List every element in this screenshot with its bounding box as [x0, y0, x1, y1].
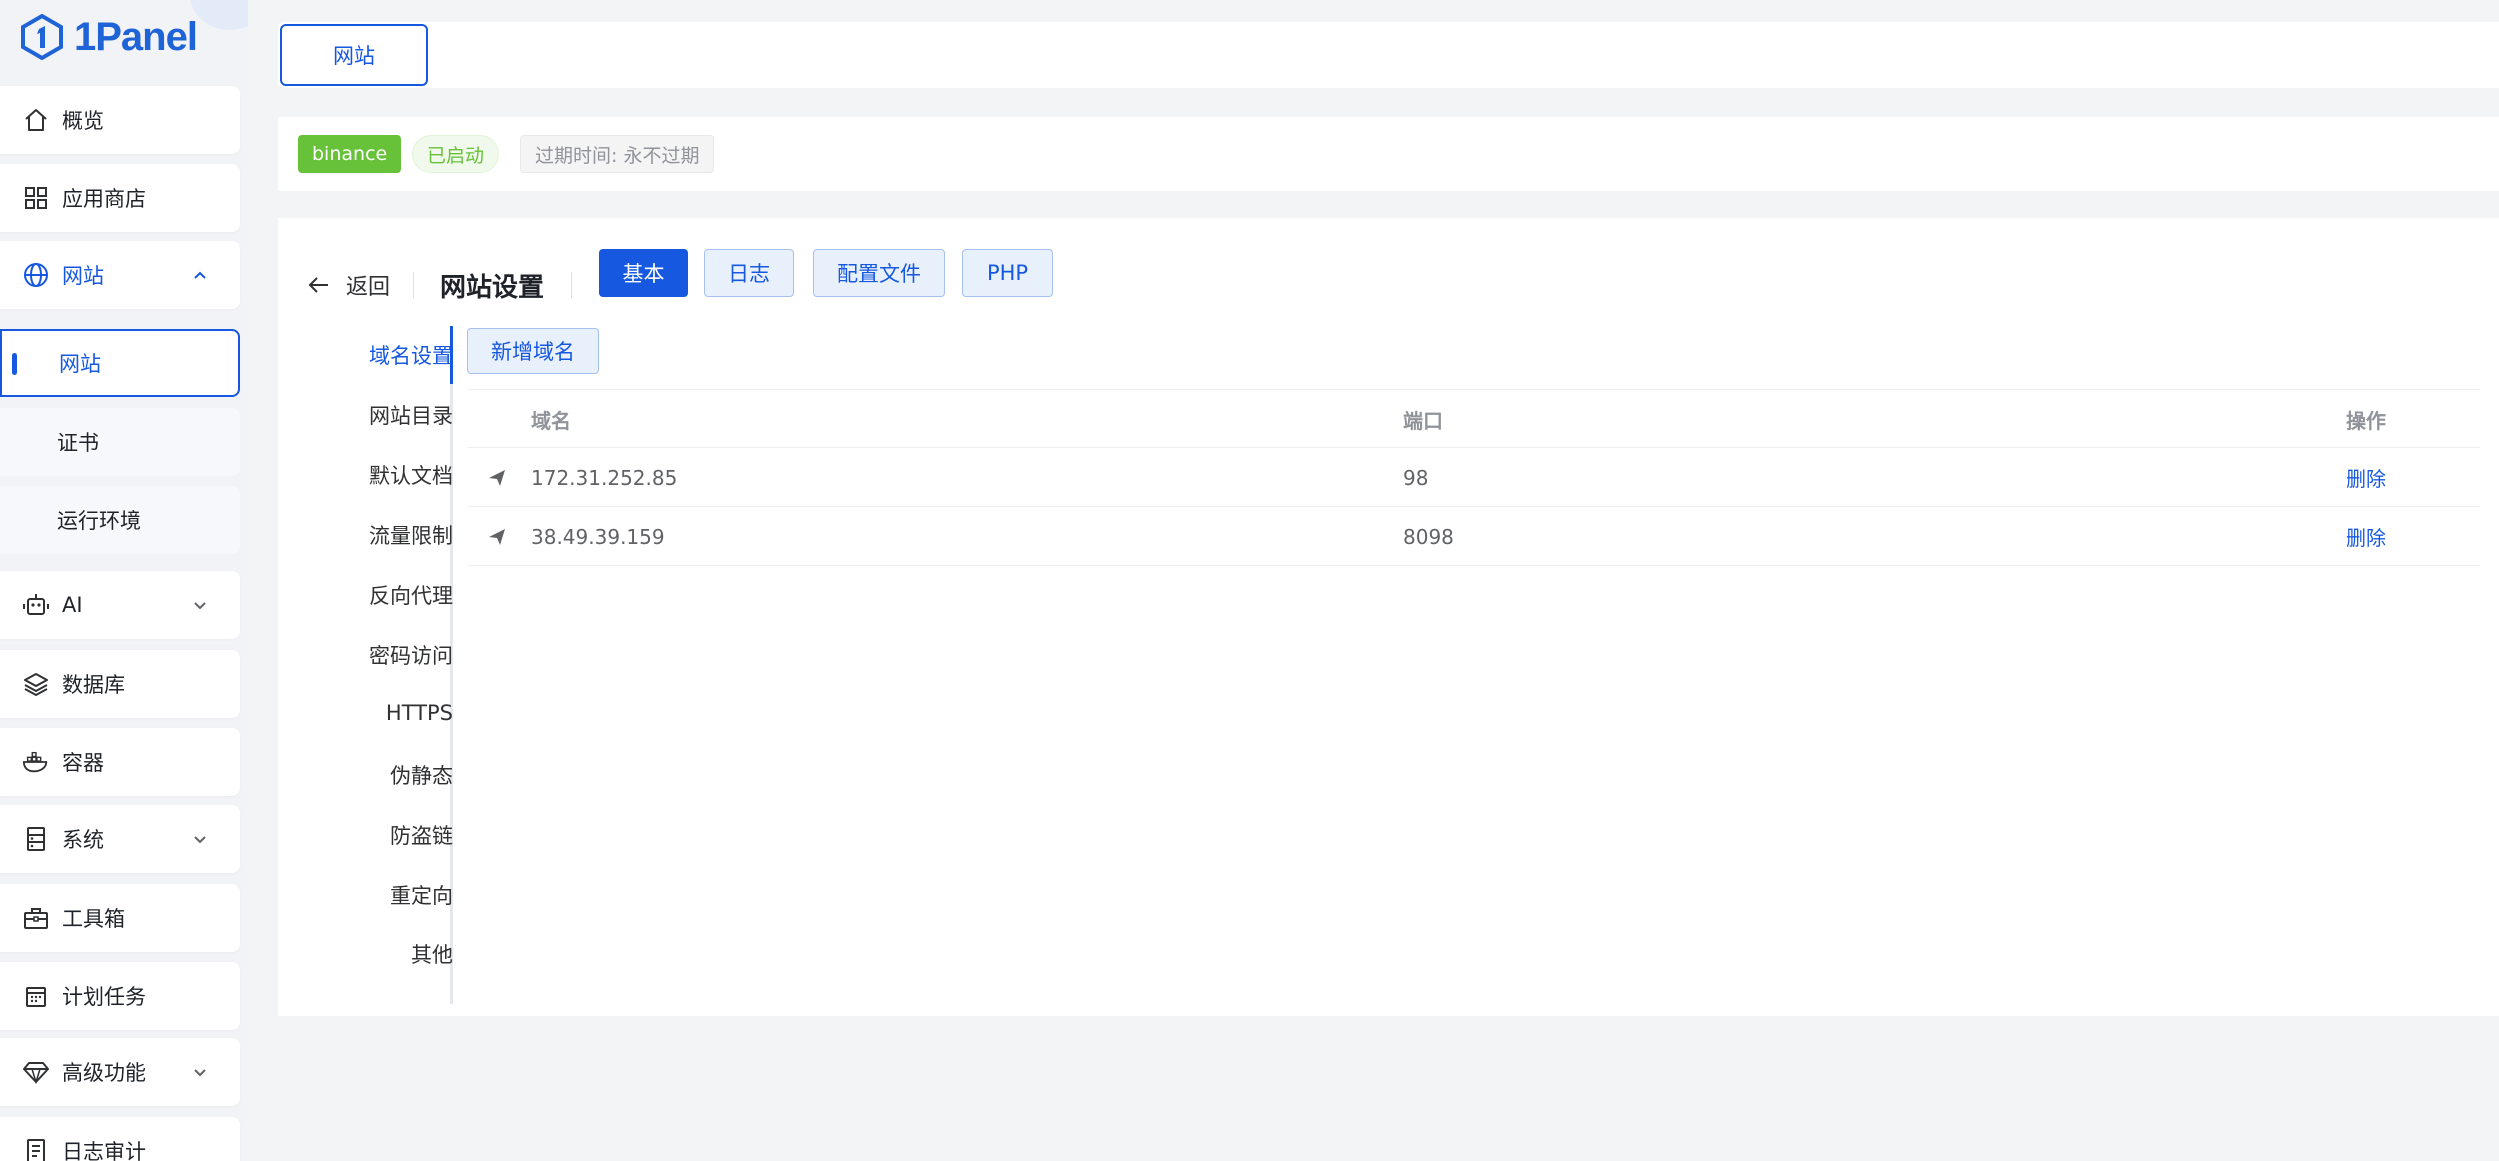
page-title: 网站设置 — [440, 272, 545, 303]
diamond-icon — [22, 1058, 50, 1086]
tab-log[interactable]: 日志 — [704, 249, 794, 297]
chevron-down-icon — [194, 836, 206, 844]
website-settings-panel: 返回 网站设置 基本 日志 配置文件 PHP 域名设置 网站目录 默认文档 流量… — [278, 218, 2499, 1016]
nav-other[interactable]: 其他 — [411, 934, 453, 974]
sidebar-item-log-audit[interactable]: 日志审计 — [0, 1117, 240, 1161]
table-row: 172.31.252.85 98 删除 — [468, 448, 2480, 507]
submenu-item-label: 运行环境 — [57, 509, 141, 533]
sidebar-item-label: 网站 — [62, 264, 104, 288]
nav-redirect[interactable]: 重定向 — [390, 875, 453, 915]
nav-anti-leech[interactable]: 防盗链 — [390, 815, 453, 855]
sidebar-item-label: 工具箱 — [62, 907, 125, 931]
nav-password-access[interactable]: 密码访问 — [369, 635, 453, 675]
status-badge: 已启动 — [412, 135, 500, 173]
logo-text: 1Panel — [74, 14, 198, 59]
chevron-down-icon — [194, 602, 206, 610]
submenu-item-label: 网站 — [59, 352, 101, 376]
robot-icon — [22, 591, 50, 619]
expire-badge: 过期时间: 永不过期 — [520, 135, 715, 173]
divider — [571, 272, 572, 298]
site-name-badge: binance — [298, 135, 402, 173]
sidebar-item-overview[interactable]: 概览 — [0, 86, 240, 154]
website-status-bar: binance 已启动 过期时间: 永不过期 — [278, 117, 2499, 191]
sidebar-item-label: 高级功能 — [62, 1061, 146, 1085]
tab-config-file[interactable]: 配置文件 — [813, 249, 945, 297]
sidebar-item-app-store[interactable]: 应用商店 — [0, 164, 240, 232]
table-header: 域名 端口 操作 — [468, 389, 2480, 448]
tab-basic[interactable]: 基本 — [599, 249, 688, 297]
docker-icon — [22, 748, 50, 776]
sidebar-item-label: 系统 — [62, 828, 104, 852]
server-icon — [22, 825, 50, 853]
logo[interactable]: 1Panel — [20, 8, 198, 66]
table-row: 38.49.39.159 8098 删除 — [468, 507, 2480, 566]
submenu-item-runtime[interactable]: 运行环境 — [0, 486, 240, 554]
chevron-down-icon — [194, 1069, 206, 1077]
log-icon — [22, 1137, 50, 1161]
grid-icon — [22, 184, 50, 212]
nav-site-directory[interactable]: 网站目录 — [369, 395, 453, 435]
domain-cell: 172.31.252.85 — [531, 465, 678, 490]
tab-website[interactable]: 网站 — [280, 24, 428, 86]
add-domain-button[interactable]: 新增域名 — [467, 328, 599, 374]
sidebar-item-cron[interactable]: 计划任务 — [0, 962, 240, 1030]
sidebar-item-label: 计划任务 — [62, 985, 146, 1009]
nav-https[interactable]: HTTPS — [386, 693, 453, 733]
delete-link[interactable]: 删除 — [2346, 507, 2386, 566]
sidebar-item-label: 应用商店 — [62, 187, 146, 211]
column-header-operation: 操作 — [2346, 409, 2386, 433]
nav-default-document[interactable]: 默认文档 — [369, 455, 453, 495]
port-cell: 98 — [1403, 465, 1429, 490]
delete-link[interactable]: 删除 — [2346, 448, 2386, 507]
back-button[interactable]: 返回 — [308, 260, 390, 310]
nav-domain-settings[interactable]: 域名设置 — [369, 335, 453, 375]
sidebar: 1Panel 概览 应用商店 网站 网站 证书 运行环境 AI 数据库 容器 系… — [0, 0, 248, 1161]
send-icon[interactable] — [488, 507, 506, 566]
sidebar-item-advanced[interactable]: 高级功能 — [0, 1038, 240, 1106]
active-indicator — [12, 353, 17, 375]
nav-reverse-proxy[interactable]: 反向代理 — [369, 575, 453, 615]
divider — [413, 272, 414, 298]
sidebar-item-label: 数据库 — [62, 673, 125, 697]
nav-traffic-limit[interactable]: 流量限制 — [369, 515, 453, 555]
tab-php[interactable]: PHP — [962, 249, 1053, 297]
sidebar-item-toolbox[interactable]: 工具箱 — [0, 884, 240, 952]
arrow-left-icon — [308, 277, 328, 293]
nav-rewrite[interactable]: 伪静态 — [390, 755, 453, 795]
submenu-item-website[interactable]: 网站 — [0, 329, 240, 397]
submenu-item-certificate[interactable]: 证书 — [0, 408, 240, 476]
logo-decoration — [190, 0, 248, 30]
home-icon — [22, 106, 50, 134]
page-tab-bar: 网站 — [278, 22, 2499, 88]
port-cell: 8098 — [1403, 524, 1454, 549]
back-label: 返回 — [346, 275, 391, 300]
1panel-logo-icon — [21, 14, 63, 60]
sidebar-item-label: 日志审计 — [62, 1140, 146, 1161]
sidebar-item-website[interactable]: 网站 — [0, 241, 240, 309]
sidebar-item-label: AI — [62, 593, 83, 617]
layers-icon — [22, 670, 50, 698]
column-header-port: 端口 — [1403, 409, 1443, 433]
column-header-domain: 域名 — [531, 409, 571, 433]
calendar-icon — [22, 982, 50, 1010]
sidebar-item-label: 容器 — [62, 751, 104, 775]
sidebar-item-database[interactable]: 数据库 — [0, 650, 240, 718]
sidebar-item-container[interactable]: 容器 — [0, 728, 240, 796]
domain-cell: 38.49.39.159 — [531, 524, 665, 549]
globe-icon — [22, 261, 50, 289]
send-icon[interactable] — [488, 448, 506, 507]
sidebar-item-ai[interactable]: AI — [0, 571, 240, 639]
chevron-up-icon — [194, 271, 206, 279]
submenu-item-label: 证书 — [57, 431, 99, 455]
sidebar-item-system[interactable]: 系统 — [0, 805, 240, 873]
toolbox-icon — [22, 904, 50, 932]
sidebar-item-label: 概览 — [62, 109, 104, 133]
